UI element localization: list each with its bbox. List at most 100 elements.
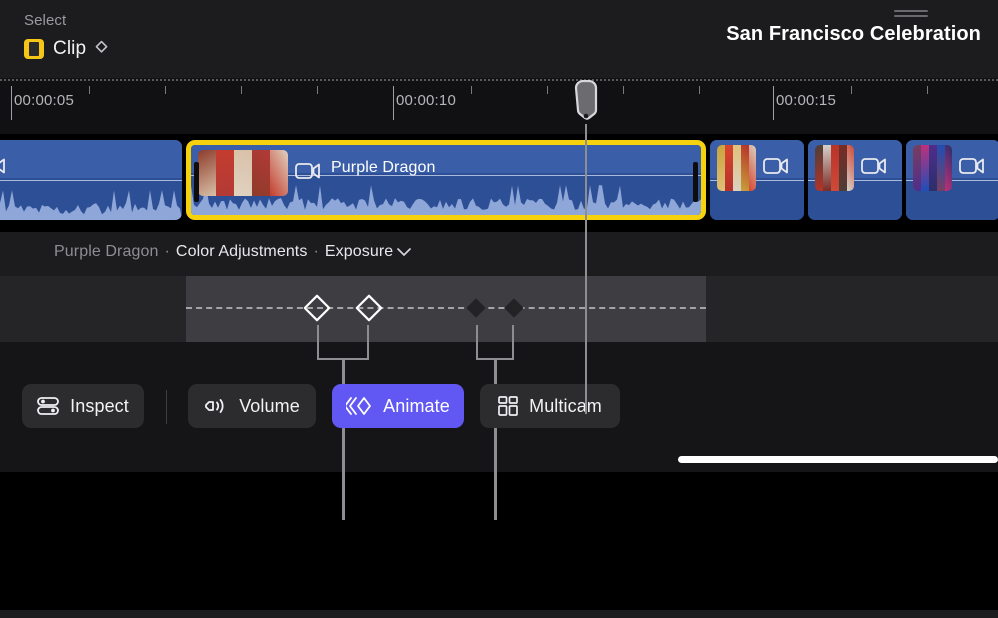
- timeline-ruler[interactable]: 00:00:0500:00:1000:00:15: [0, 78, 998, 134]
- animate-button[interactable]: Animate: [332, 384, 464, 428]
- ruler-dot: [28, 79, 30, 81]
- ruler-dot: [208, 79, 210, 81]
- ruler-dot: [276, 79, 278, 81]
- thumbnail-frame: [234, 150, 252, 196]
- ruler-dot: [372, 79, 374, 81]
- keyframe-3[interactable]: [466, 298, 486, 318]
- ruler-dot: [544, 79, 546, 81]
- ruler-dot: [744, 79, 746, 81]
- ruler-dot: [424, 79, 426, 81]
- ruler-dot: [124, 79, 126, 81]
- ruler-dot: [64, 79, 66, 81]
- ruler-dot: [948, 79, 950, 81]
- keyframe-2[interactable]: [355, 294, 383, 322]
- ruler-dot: [484, 79, 486, 81]
- ruler-dot: [236, 79, 238, 81]
- ruler-dot: [972, 79, 974, 81]
- ruler-dot: [300, 79, 302, 81]
- ruler-dot: [156, 79, 158, 81]
- clip-next-3[interactable]: [906, 140, 998, 220]
- chevron-up-down-icon[interactable]: [95, 40, 108, 59]
- ruler-dot: [472, 79, 474, 81]
- ruler-dot: [792, 79, 794, 81]
- clip-label: Purple Dragon: [331, 159, 435, 177]
- ruler-dot: [844, 79, 846, 81]
- ruler-dot: [520, 79, 522, 81]
- ruler-dot: [760, 79, 762, 81]
- ruler-dot: [560, 79, 562, 81]
- video-camera-icon: [0, 157, 6, 180]
- ruler-dot: [940, 79, 942, 81]
- clip-trim-handle-right[interactable]: [693, 162, 698, 202]
- timeline-track[interactable]: Purple Dragon: [0, 140, 998, 220]
- ruler-dot: [280, 79, 282, 81]
- thumbnail-frame: [823, 145, 831, 191]
- ruler-dot: [864, 79, 866, 81]
- ruler-dot: [504, 79, 506, 81]
- ruler-dot: [304, 79, 306, 81]
- ruler-dot: [260, 79, 262, 81]
- ruler-dot: [868, 79, 870, 81]
- ruler-dot: [196, 79, 198, 81]
- ruler-dot: [440, 79, 442, 81]
- ruler-dot: [840, 79, 842, 81]
- multicam-button[interactable]: Multicam: [480, 384, 620, 428]
- ruler-dot: [144, 79, 146, 81]
- ruler-dot: [584, 79, 586, 81]
- ruler-dot: [536, 79, 538, 81]
- keyframe-4[interactable]: [504, 298, 524, 318]
- clip-trim-handle-left[interactable]: [194, 162, 199, 202]
- ruler-dot: [640, 79, 642, 81]
- clip-purple-dragon[interactable]: Purple Dragon: [186, 140, 706, 220]
- ruler-dot: [660, 79, 662, 81]
- ruler-dot: [776, 79, 778, 81]
- ruler-dot: [416, 79, 418, 81]
- thumbnail-frame: [717, 145, 725, 191]
- clip-previous[interactable]: [0, 140, 182, 220]
- thumbnail-frame: [216, 150, 234, 196]
- ruler-dot: [988, 79, 990, 81]
- ruler-dot: [628, 79, 630, 81]
- ruler-dot: [592, 79, 594, 81]
- ruler-minor-tick: [165, 86, 166, 94]
- ruler-dot: [720, 79, 722, 81]
- ruler-dot: [160, 79, 162, 81]
- ruler-dot: [652, 79, 654, 81]
- ruler-dot: [684, 79, 686, 81]
- ruler-dot: [268, 79, 270, 81]
- inspect-button[interactable]: Inspect: [22, 384, 144, 428]
- ruler-dot: [740, 79, 742, 81]
- ruler-dot-row: [0, 78, 998, 82]
- keyframe-active-region[interactable]: [186, 276, 706, 342]
- ruler-dot: [40, 79, 42, 81]
- ruler-dot: [364, 79, 366, 81]
- ruler-dot: [932, 79, 934, 81]
- thumbnail-frame: [198, 150, 216, 196]
- horizontal-scrollbar[interactable]: [678, 456, 998, 463]
- selection-mode-control[interactable]: Clip: [24, 38, 108, 60]
- clip-next-2[interactable]: [808, 140, 902, 220]
- ruler-dot: [920, 79, 922, 81]
- grid-2x2-icon: [498, 396, 518, 416]
- window-drag-handle-icon[interactable]: [894, 10, 928, 18]
- ruler-dot: [608, 79, 610, 81]
- ruler-dot: [572, 79, 574, 81]
- ruler-minor-tick: [89, 86, 90, 94]
- volume-button[interactable]: Volume: [188, 384, 316, 428]
- ruler-dot: [452, 79, 454, 81]
- chevron-down-icon[interactable]: [396, 247, 412, 257]
- ruler-dot: [212, 79, 214, 81]
- ruler-time-label: 00:00:05: [14, 92, 74, 109]
- ruler-major-tick: [393, 86, 394, 120]
- keyframe-breadcrumb[interactable]: Purple Dragon · Color Adjustments · Expo…: [54, 243, 412, 261]
- callout-bracket: [317, 325, 369, 360]
- ruler-dot: [880, 79, 882, 81]
- project-title: San Francisco Celebration: [726, 23, 981, 46]
- ruler-minor-tick: [547, 86, 548, 94]
- ruler-dot: [688, 79, 690, 81]
- ruler-dot: [368, 79, 370, 81]
- select-label: Select: [24, 12, 66, 29]
- clip-next-1[interactable]: [710, 140, 804, 220]
- ruler-dot: [524, 79, 526, 81]
- keyframe-1[interactable]: [303, 294, 331, 322]
